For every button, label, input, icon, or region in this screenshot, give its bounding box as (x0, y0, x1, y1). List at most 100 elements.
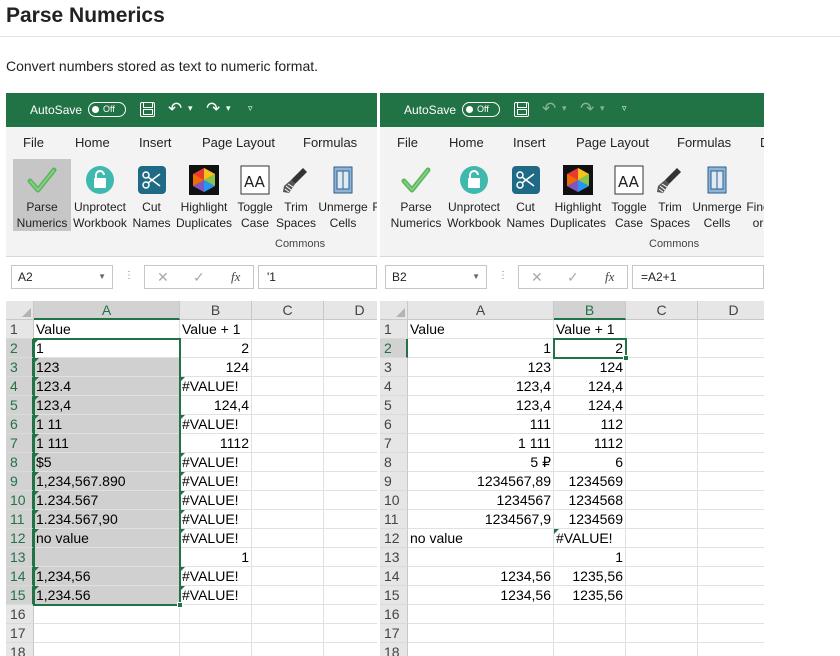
cell-d18[interactable] (324, 643, 377, 656)
ribbon-button-toggle-case[interactable]: AA Toggle Case (234, 159, 276, 231)
cell-d11[interactable] (698, 510, 764, 529)
cell-b9[interactable]: #VALUE! (180, 472, 252, 491)
cell-b9[interactable]: 1234569 (554, 472, 626, 491)
redo-icon[interactable]: ↷ (206, 99, 220, 119)
formula-input[interactable]: '1 (258, 265, 377, 289)
cell-b8[interactable]: #VALUE! (180, 453, 252, 472)
cell-b13[interactable]: 1 (554, 548, 626, 567)
column-header-a[interactable]: A (34, 301, 180, 320)
cell-b11[interactable]: 1234569 (554, 510, 626, 529)
redo-icon[interactable]: ↷ (580, 99, 594, 119)
cell-b18[interactable] (180, 643, 252, 656)
row-header[interactable]: 8 (6, 453, 34, 472)
insert-function-icon[interactable]: fx (605, 269, 614, 285)
ribbon-button-trim-spaces[interactable]: Trim Spaces (276, 159, 316, 231)
cell-a13[interactable] (408, 548, 554, 567)
cell-d12[interactable] (698, 529, 764, 548)
cell-b18[interactable] (554, 643, 626, 656)
cell-d16[interactable] (698, 605, 764, 624)
cell-c14[interactable] (252, 567, 324, 586)
cell-d17[interactable] (324, 624, 377, 643)
cell-b2[interactable]: 2 (180, 339, 252, 358)
cell-d14[interactable] (324, 567, 377, 586)
row-header[interactable]: 17 (380, 624, 408, 643)
cell-b3[interactable]: 124 (180, 358, 252, 377)
undo-icon[interactable]: ↶ (168, 99, 182, 119)
undo-dropdown-icon[interactable]: ▾ (562, 103, 567, 114)
cell-d8[interactable] (324, 453, 377, 472)
cell-a10[interactable]: 1.234.567 (34, 491, 180, 510)
cell-b10[interactable]: #VALUE! (180, 491, 252, 510)
cell-d15[interactable] (698, 586, 764, 605)
cell-c13[interactable] (252, 548, 324, 567)
column-header-d[interactable]: D (698, 301, 764, 320)
cell-c5[interactable] (626, 396, 698, 415)
cell-c6[interactable] (252, 415, 324, 434)
tab-overflow[interactable]: D (760, 135, 764, 150)
cell-a14[interactable]: 1,234,56 (34, 567, 180, 586)
ribbon-button-unprotect-workbook[interactable]: Unprotect Workbook (446, 159, 502, 231)
cell-c13[interactable] (626, 548, 698, 567)
row-header[interactable]: 11 (6, 510, 34, 529)
cell-c16[interactable] (626, 605, 698, 624)
cell-a8[interactable]: 5 ₽ (408, 453, 554, 472)
chevron-down-icon[interactable]: ▼ (98, 266, 106, 288)
cell-a11[interactable]: 1234567,9 (408, 510, 554, 529)
cell-b16[interactable] (554, 605, 626, 624)
cell-c1[interactable] (626, 320, 698, 339)
cell-c10[interactable] (252, 491, 324, 510)
ribbon-button-parse-numerics[interactable]: Parse Numerics (387, 159, 445, 231)
ribbon-button-parse-numerics[interactable]: Parse Numerics (13, 159, 71, 231)
undo-dropdown-icon[interactable]: ▾ (188, 103, 193, 114)
cell-c4[interactable] (626, 377, 698, 396)
select-all-corner[interactable] (6, 301, 34, 320)
cell-a2[interactable]: 1 (34, 339, 180, 358)
cell-a5[interactable]: 123,4 (408, 396, 554, 415)
customize-toolbar-icon[interactable]: ▿ (248, 103, 253, 114)
autosave-toggle[interactable]: Off (88, 102, 126, 117)
cell-d13[interactable] (698, 548, 764, 567)
row-header[interactable]: 5 (6, 396, 34, 415)
cell-d7[interactable] (698, 434, 764, 453)
cell-a2[interactable]: 1 (408, 339, 554, 358)
select-all-corner[interactable] (380, 301, 408, 320)
cell-a10[interactable]: 1234567 (408, 491, 554, 510)
fill-handle[interactable] (623, 355, 629, 361)
row-header[interactable]: 7 (6, 434, 34, 453)
column-header-a[interactable]: A (408, 301, 554, 320)
row-header[interactable]: 3 (380, 358, 408, 377)
cell-b7[interactable]: 1112 (180, 434, 252, 453)
cell-d16[interactable] (324, 605, 377, 624)
cell-d6[interactable] (324, 415, 377, 434)
redo-dropdown-icon[interactable]: ▾ (226, 103, 231, 114)
cell-c9[interactable] (252, 472, 324, 491)
row-header[interactable]: 9 (6, 472, 34, 491)
cell-a15[interactable]: 1234,56 (408, 586, 554, 605)
cell-d1[interactable] (698, 320, 764, 339)
ribbon-button-cut-names[interactable]: Cut Names (503, 159, 548, 231)
cell-a14[interactable]: 1234,56 (408, 567, 554, 586)
cell-d2[interactable] (324, 339, 377, 358)
cell-d17[interactable] (698, 624, 764, 643)
cell-a11[interactable]: 1.234.567,90 (34, 510, 180, 529)
row-header[interactable]: 2 (380, 339, 408, 358)
tab-formulas[interactable]: Formulas (677, 135, 731, 150)
cell-a16[interactable] (34, 605, 180, 624)
cell-d9[interactable] (698, 472, 764, 491)
cancel-icon[interactable]: ✕ (157, 269, 169, 286)
cell-a12[interactable]: no value (34, 529, 180, 548)
cell-d8[interactable] (698, 453, 764, 472)
cell-a1[interactable]: Value (408, 320, 554, 339)
cell-d9[interactable] (324, 472, 377, 491)
cell-b8[interactable]: 6 (554, 453, 626, 472)
cell-c2[interactable] (252, 339, 324, 358)
cell-b17[interactable] (554, 624, 626, 643)
cell-c7[interactable] (252, 434, 324, 453)
row-header[interactable]: 12 (6, 529, 34, 548)
save-icon[interactable] (140, 102, 155, 117)
cell-c8[interactable] (252, 453, 324, 472)
cell-a5[interactable]: 123,4 (34, 396, 180, 415)
cell-d18[interactable] (698, 643, 764, 656)
column-header-b[interactable]: B (180, 301, 252, 320)
cell-c15[interactable] (626, 586, 698, 605)
